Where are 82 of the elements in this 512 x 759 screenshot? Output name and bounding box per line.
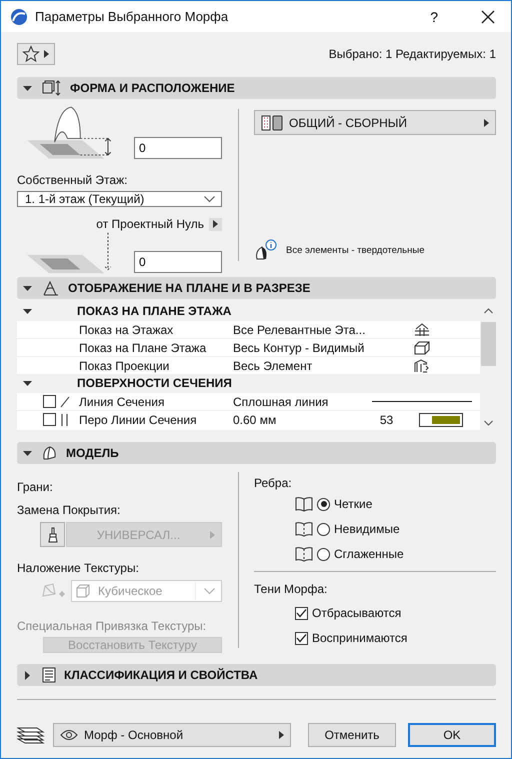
star-icon	[22, 45, 40, 63]
solid-edge-book-icon	[295, 496, 313, 512]
layer-dropdown[interactable]: Морф - Основной	[53, 723, 291, 747]
ok-button[interactable]: OK	[408, 723, 496, 747]
property-label: Показ Проекции	[79, 358, 170, 372]
solid-info-icon	[254, 239, 278, 261]
structure-button[interactable]: ОБЩИЙ - СБОРНЫЙ	[254, 110, 496, 135]
expand-caret-icon[interactable]	[23, 378, 32, 388]
checkbox[interactable]	[43, 413, 56, 426]
group-title: ПОВЕРХНОСТИ СЕЧЕНИЯ	[77, 376, 232, 390]
shadow-checkbox[interactable]: Отбрасываются	[295, 606, 496, 620]
section-header[interactable]: ОТОБРАЖЕНИЕ НА ПЛАНЕ И В РАЗРЕЗЕ	[17, 277, 496, 299]
paint-brush-button[interactable]	[40, 522, 65, 547]
top-offset-field[interactable]: 0	[134, 137, 222, 159]
property-value[interactable]: Весь Контур - Видимый	[233, 340, 363, 354]
app-logo-icon	[10, 8, 28, 26]
cancel-button[interactable]: Отменить	[308, 723, 396, 747]
caret-icon	[44, 50, 49, 58]
geometry-icon	[42, 80, 62, 96]
caret-icon	[213, 220, 218, 228]
texture-label: Наложение Текстуры:	[17, 561, 140, 575]
composite-icon	[261, 114, 283, 130]
layers-icon	[17, 725, 45, 745]
property-value[interactable]: Сплошная линия	[233, 394, 363, 408]
checkmark-icon	[296, 608, 307, 618]
help-button[interactable]: ?	[430, 8, 438, 24]
projection-icon	[414, 358, 430, 372]
checkmark-icon	[296, 632, 307, 644]
edge-radio[interactable]: Сглаженные	[317, 547, 404, 561]
faces-label: Грани:	[17, 480, 54, 494]
pen-number: 53	[380, 412, 394, 426]
property-label: Показ на Этажах	[79, 322, 174, 336]
pen-line-icon	[60, 414, 70, 426]
shadows-label: Тени Морфа:	[254, 582, 328, 596]
property-value[interactable]: Весь Элемент	[233, 358, 363, 372]
cube-icon	[414, 340, 430, 354]
pen-color-swatch[interactable]	[419, 412, 464, 426]
eye-icon	[60, 729, 78, 741]
edge-radio[interactable]: Невидимые	[317, 522, 400, 536]
shadow-checkbox[interactable]: Воспринимаются	[295, 631, 496, 645]
dashed-edge-book-icon	[295, 521, 313, 537]
line-icon	[60, 396, 70, 408]
reference-menu-button[interactable]	[209, 218, 222, 230]
edge-radio[interactable]: Четкие	[317, 497, 372, 511]
chevron-up-icon	[484, 308, 492, 314]
solid-note: Все элементы - твердотельные	[286, 244, 424, 256]
texture-mapping-icon	[41, 582, 67, 600]
group-title: ПОКАЗ НА ПЛАНЕ ЭТАЖА	[77, 304, 232, 318]
brush-icon	[46, 526, 58, 542]
window-title: Параметры Выбранного Морфа	[35, 9, 230, 24]
custom-texture-label: Специальная Привязка Текстуры:	[17, 619, 208, 633]
section-header[interactable]: ФОРМА И РАСПОЛОЖЕНИЕ	[17, 77, 496, 99]
document-icon	[42, 667, 56, 683]
favorites-button[interactable]	[17, 43, 55, 65]
chevron-down-icon	[204, 588, 215, 594]
base-offset-field[interactable]: 0	[134, 251, 222, 273]
story-label: Собственный Этаж:	[17, 173, 128, 187]
checkbox[interactable]	[43, 395, 56, 408]
section-header[interactable]: КЛАССИФИКАЦИЯ И СВОЙСТВА	[17, 664, 496, 686]
caret-icon	[279, 731, 284, 739]
section-header[interactable]: МОДЕЛЬ	[17, 442, 496, 464]
dashed-edge-book-icon	[295, 546, 313, 562]
chevron-down-icon	[484, 420, 492, 426]
property-label: Показ на Плане Этажа	[79, 340, 208, 354]
property-value[interactable]: Все Релевантные Эта...	[233, 322, 363, 336]
caret-icon	[484, 118, 489, 126]
cube-icon	[76, 584, 90, 598]
property-label: Линия Сечения	[79, 394, 166, 408]
close-icon[interactable]	[481, 10, 495, 24]
property-label: Перо Линии Сечения	[79, 412, 198, 426]
morph-shape-icon	[42, 445, 58, 461]
reference-label: от Проектный Нуль	[96, 217, 204, 231]
caret-icon	[210, 530, 215, 538]
story-dropdown[interactable]: 1. 1-й этаж (Текущий)	[17, 191, 222, 207]
property-value[interactable]: 0.60 мм	[233, 412, 363, 426]
expand-caret-icon[interactable]	[23, 306, 32, 316]
selection-info: Выбрано: 1 Редактируемых: 1	[328, 47, 496, 61]
edges-label: Ребра:	[254, 476, 293, 490]
stories-icon	[414, 322, 430, 336]
chevron-down-icon	[204, 196, 215, 202]
compass-drawing-icon	[42, 280, 60, 296]
override-label: Замена Покрытия:	[17, 503, 122, 517]
